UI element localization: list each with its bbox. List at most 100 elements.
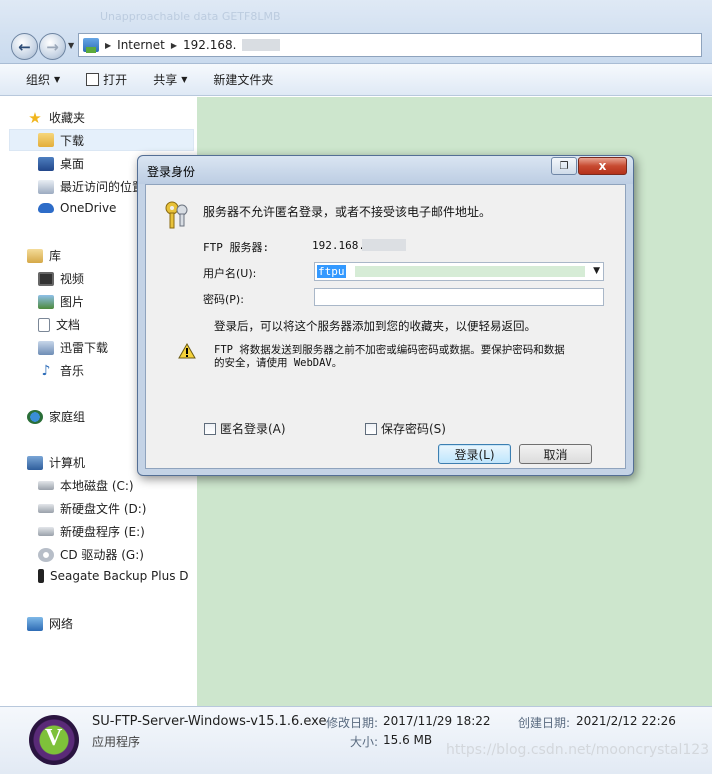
save-password-checkbox[interactable]: 保存密码(S) — [365, 420, 446, 437]
created-value: 2021/2/12 22:26 — [576, 714, 676, 728]
open-label: 打开 — [103, 73, 128, 87]
restore-icon: ❐ — [559, 160, 569, 172]
dialog-titlebar[interactable]: 登录身份 ❐ x — [138, 156, 633, 184]
breadcrumb-internet[interactable]: Internet — [117, 38, 165, 52]
nav-seagate[interactable]: Seagate Backup Plus D — [38, 569, 189, 583]
computer-icon — [27, 455, 43, 470]
nav-music[interactable]: ♪ 音乐 — [38, 362, 84, 379]
nav-drive-g-label: CD 驱动器 (G:) — [60, 548, 144, 562]
nav-drive-g[interactable]: CD 驱动器 (G:) — [38, 546, 144, 563]
nav-downloads-label: 下载 — [60, 133, 85, 148]
restore-button[interactable]: ❐ — [551, 157, 577, 175]
breadcrumb-separator-icon[interactable]: ▶ — [171, 41, 177, 50]
cd-drive-icon — [38, 547, 54, 562]
nav-network[interactable]: 网络 — [27, 615, 73, 632]
login-button[interactable]: 登录(L) — [438, 444, 511, 464]
login-button-label: 登录(L) — [454, 447, 495, 462]
username-combobox[interactable]: ftpu ▼ — [314, 262, 604, 281]
cancel-button-label: 取消 — [543, 447, 568, 462]
nav-pictures-label: 图片 — [60, 295, 85, 309]
nav-favorites-label: 收藏夹 — [49, 111, 86, 125]
back-button[interactable]: ← — [11, 33, 38, 60]
nav-xunlei[interactable]: 迅雷下载 — [38, 339, 108, 356]
username-label: 用户名(U): — [203, 267, 257, 280]
network-icon — [27, 616, 43, 631]
checkbox-box[interactable] — [204, 422, 216, 435]
nav-documents[interactable]: 文档 — [38, 316, 80, 333]
cancel-button[interactable]: 取消 — [519, 444, 592, 464]
music-note-icon: ♪ — [41, 362, 51, 379]
nav-pictures[interactable]: 图片 — [38, 293, 84, 310]
login-dialog: 登录身份 ❐ x 服务器不允许匿名登录，或者不接受该电子邮件地址。 FTP 服务… — [137, 155, 634, 476]
nav-downloads[interactable]: 下载 — [9, 129, 194, 151]
nav-drive-c[interactable]: 本地磁盘 (C:) — [38, 477, 134, 494]
modified-value: 2017/11/29 18:22 — [383, 714, 491, 728]
desktop-icon — [38, 156, 54, 171]
modified-label: 修改日期: — [326, 716, 379, 730]
checkbox-box[interactable] — [365, 422, 377, 435]
nav-videos-label: 视频 — [60, 272, 85, 286]
nav-libraries[interactable]: 库 — [27, 247, 61, 264]
video-icon — [38, 271, 54, 286]
share-label: 共享 — [153, 73, 178, 87]
xunlei-download-icon — [38, 340, 54, 355]
detail-file-name: SU-FTP-Server-Windows-v15.1.6.exe — [92, 714, 327, 729]
anonymous-login-checkbox[interactable]: 匿名登录(A) — [204, 420, 286, 437]
detail-file-type: 应用程序 — [92, 735, 141, 749]
star-icon: ★ — [28, 108, 42, 127]
recent-pages-dropdown-icon[interactable]: ▼ — [68, 41, 74, 50]
anonymous-login-label: 匿名登录(A) — [220, 422, 286, 436]
recent-places-icon — [38, 179, 54, 194]
open-button[interactable]: 打开 — [86, 71, 127, 88]
address-toolbar: Unapproachable data GETF8LMB ← → ▼ ▶ Int… — [0, 0, 712, 64]
nav-computer[interactable]: 计算机 — [27, 454, 85, 471]
warning-icon — [178, 343, 196, 359]
back-arrow-icon: ← — [18, 37, 31, 56]
size-value: 15.6 MB — [383, 733, 433, 747]
chevron-down-icon: ▼ — [181, 75, 188, 84]
nav-desktop-label: 桌面 — [60, 157, 85, 171]
nav-recent[interactable]: 最近访问的位置 — [38, 178, 144, 195]
save-password-label: 保存密码(S) — [381, 422, 446, 436]
chevron-down-icon[interactable]: ▼ — [593, 266, 600, 276]
nav-music-label: 音乐 — [60, 364, 85, 378]
nav-drive-e-label: 新硬盘程序 (E:) — [60, 525, 145, 539]
nav-favorites[interactable]: ★ 收藏夹 — [27, 109, 85, 126]
downloads-folder-icon — [38, 133, 54, 147]
nav-onedrive[interactable]: OneDrive — [38, 201, 116, 215]
organize-button[interactable]: 组织 ▼ — [26, 71, 60, 88]
close-button[interactable]: x — [578, 157, 627, 175]
password-field[interactable] — [314, 288, 604, 306]
nav-drive-e[interactable]: 新硬盘程序 (E:) — [38, 523, 145, 540]
nav-seagate-label: Seagate Backup Plus D — [50, 569, 189, 583]
nav-drive-d[interactable]: 新硬盘文件 (D:) — [38, 500, 146, 517]
nav-desktop[interactable]: 桌面 — [38, 155, 84, 172]
username-value: ftpu — [317, 265, 346, 278]
external-drive-icon — [38, 569, 44, 583]
redacted-username-block — [355, 266, 585, 277]
breadcrumb-separator-icon[interactable]: ▶ — [105, 41, 111, 50]
nav-network-label: 网络 — [49, 617, 74, 631]
forward-arrow-icon: → — [46, 37, 59, 56]
address-bar[interactable]: ▶ Internet ▶ 192.168. — [78, 33, 702, 57]
warning-line-2: 的安全，请使用 WebDAV。 — [214, 357, 343, 369]
server-value: 192.168. — [312, 239, 365, 252]
forward-button[interactable]: → — [39, 33, 66, 60]
nav-videos[interactable]: 视频 — [38, 270, 84, 287]
onedrive-cloud-icon — [38, 203, 54, 213]
nav-onedrive-label: OneDrive — [60, 201, 117, 215]
nav-homegroup[interactable]: 家庭组 — [27, 408, 85, 425]
organize-label: 组织 — [26, 73, 51, 87]
system-drive-icon — [38, 481, 54, 490]
password-label: 密码(P): — [203, 293, 244, 306]
nav-documents-label: 文档 — [56, 318, 81, 332]
share-button[interactable]: 共享 ▼ — [153, 71, 187, 88]
chevron-down-icon: ▼ — [54, 75, 61, 84]
new-folder-button[interactable]: 新建文件夹 — [213, 71, 273, 88]
nav-computer-label: 计算机 — [49, 456, 86, 470]
hard-drive-icon — [38, 527, 54, 536]
breadcrumb-server[interactable]: 192.168. — [183, 38, 236, 52]
dialog-body: 服务器不允许匿名登录，或者不接受该电子邮件地址。 FTP 服务器: 192.16… — [145, 184, 626, 469]
document-icon — [38, 317, 50, 332]
pictures-icon — [38, 294, 54, 309]
